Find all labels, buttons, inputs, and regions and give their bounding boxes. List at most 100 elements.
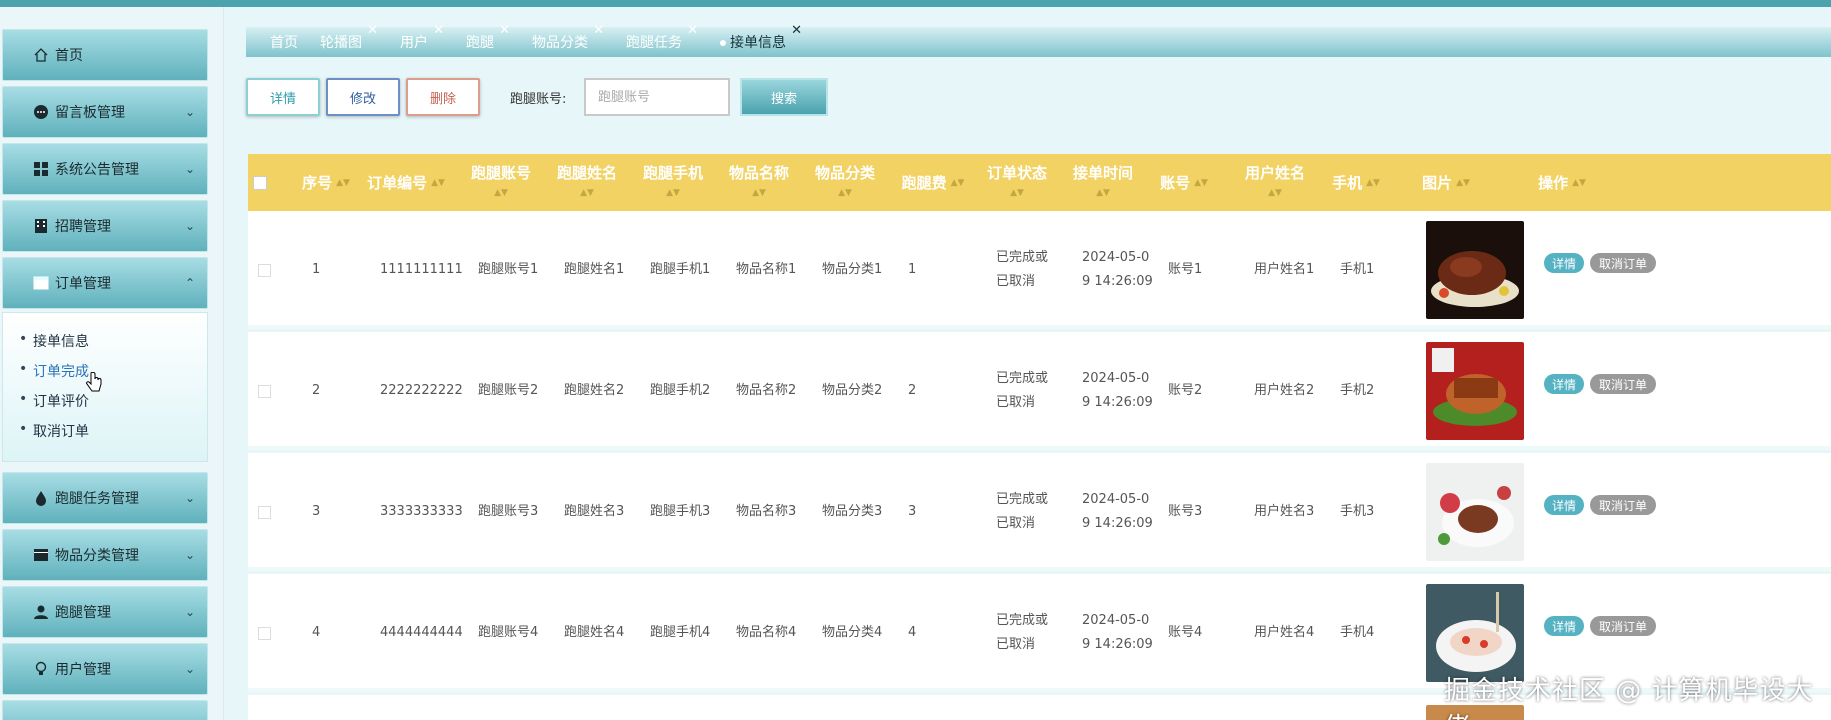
tab-carousel[interactable]: 轮播图 ✕: [320, 23, 378, 52]
cell-phone: 手机2: [1340, 383, 1375, 398]
cell-time-line1: 2024-05-0: [1082, 371, 1150, 386]
detail-button[interactable]: 详情: [246, 78, 320, 116]
chevron-down-icon: ⌄: [184, 605, 195, 619]
home-icon: [33, 47, 49, 63]
col-header-account[interactable]: 账号 ▲▼: [1156, 154, 1212, 211]
select-all-checkbox[interactable]: [253, 176, 267, 190]
cell-status-line1: 已完成或: [996, 250, 1049, 265]
tab-users[interactable]: 用户 ✕: [400, 23, 444, 52]
col-header-item-name[interactable]: 物品名称 ▲▼: [726, 154, 792, 211]
row-checkbox[interactable]: [258, 627, 271, 640]
submenu-item-order-info[interactable]: 接单信息: [19, 331, 89, 351]
orders-submenu: 接单信息 订单完成 订单评价 取消订单: [2, 312, 208, 462]
delete-button[interactable]: 删除: [406, 78, 480, 116]
table-row[interactable]: 2 2222222222 跑腿账号2 跑腿姓名2 跑腿手机2 物品名称2 物品分…: [248, 332, 1831, 450]
cell-status-line2: 已取消: [996, 274, 1036, 289]
cell-item-name: 物品名称1: [736, 262, 797, 277]
sort-icon: ▲▼: [1366, 177, 1380, 188]
row-checkbox[interactable]: [258, 506, 271, 519]
col-header-actions[interactable]: 操作 ▲▼: [1534, 154, 1590, 211]
row-checkbox[interactable]: [258, 264, 271, 277]
sidebar-item-runners[interactable]: 跑腿管理 ⌄: [2, 586, 208, 638]
close-icon[interactable]: ✕: [791, 23, 802, 38]
sidebar-item-home[interactable]: 首页: [2, 29, 208, 81]
row-cancel-order-button[interactable]: 取消订单: [1590, 495, 1656, 515]
row-cancel-order-button[interactable]: 取消订单: [1590, 253, 1656, 273]
bulb-icon: [33, 661, 49, 677]
sort-icon: ▲▼: [1572, 177, 1586, 188]
food-thumbnail[interactable]: [1426, 463, 1524, 561]
cell-index: 2: [312, 383, 321, 398]
card-icon: [33, 547, 49, 563]
active-dot: [720, 40, 726, 46]
submenu-item-cancel-order[interactable]: 取消订单: [19, 421, 89, 441]
cell-fee: 1: [908, 262, 917, 277]
col-header-runner-account[interactable]: 跑腿账号 ▲▼: [468, 154, 534, 211]
cell-user-name: 用户姓名4: [1254, 625, 1315, 640]
sidebar-item-errand-tasks[interactable]: 跑腿任务管理 ⌄: [2, 472, 208, 524]
cell-status-line1: 已完成或: [996, 371, 1049, 386]
submenu-item-order-review[interactable]: 订单评价: [19, 391, 89, 411]
tab-order-info[interactable]: 接单信息 ✕: [720, 23, 802, 52]
col-header-fee[interactable]: 跑腿费 ▲▼: [898, 154, 968, 211]
cell-user-name: 用户姓名1: [1254, 262, 1315, 277]
sort-icon: ▲▼: [950, 177, 965, 188]
col-header-phone[interactable]: 手机 ▲▼: [1328, 154, 1384, 211]
food-thumbnail[interactable]: [1426, 342, 1524, 440]
row-detail-button[interactable]: 详情: [1544, 374, 1584, 394]
sidebar-item-partial[interactable]: [2, 700, 208, 720]
close-icon[interactable]: ✕: [499, 23, 510, 38]
submenu-item-order-complete[interactable]: 订单完成: [19, 361, 89, 381]
search-button[interactable]: 搜索: [740, 78, 828, 116]
food-thumbnail[interactable]: [1426, 221, 1524, 319]
tab-item-categories[interactable]: 物品分类 ✕: [532, 23, 604, 52]
close-icon[interactable]: ✕: [367, 23, 378, 38]
col-header-runner-name[interactable]: 跑腿姓名 ▲▼: [554, 154, 620, 211]
cell-time-line1: 2024-05-0: [1082, 492, 1150, 507]
row-cancel-order-button[interactable]: 取消订单: [1590, 616, 1656, 636]
cell-index: 4: [312, 625, 321, 640]
sort-icon: ▲▼: [494, 187, 508, 198]
col-header-item-category[interactable]: 物品分类 ▲▼: [812, 154, 878, 211]
col-header-image[interactable]: 图片 ▲▼: [1418, 154, 1474, 211]
food-thumbnail[interactable]: [1426, 584, 1524, 682]
cell-status-line2: 已取消: [996, 516, 1036, 531]
user-icon: [33, 604, 49, 620]
col-header-order-no[interactable]: 订单编号 ▲▼: [364, 154, 448, 211]
cell-runner-phone: 跑腿手机4: [650, 625, 711, 640]
close-icon[interactable]: ✕: [687, 23, 698, 38]
sidebar-item-recruitment[interactable]: 招聘管理 ⌄: [2, 200, 208, 252]
col-header-index[interactable]: 序号 ▲▼: [298, 154, 354, 211]
sort-icon: ▲▼: [1010, 187, 1024, 198]
sidebar-item-users[interactable]: 用户管理 ⌄: [2, 643, 208, 695]
cell-item-category: 物品分类2: [822, 383, 883, 398]
runner-account-search-input[interactable]: [584, 78, 730, 116]
row-detail-button[interactable]: 详情: [1544, 616, 1584, 636]
close-icon[interactable]: ✕: [593, 23, 604, 38]
row-cancel-order-button[interactable]: 取消订单: [1590, 374, 1656, 394]
col-header-runner-phone[interactable]: 跑腿手机 ▲▼: [640, 154, 706, 211]
sidebar-item-label: 用户管理: [55, 662, 111, 678]
sidebar-item-orders[interactable]: 订单管理 ⌃: [2, 257, 208, 309]
tab-errand-tasks[interactable]: 跑腿任务 ✕: [626, 23, 698, 52]
cell-order-no: 1111111111: [380, 262, 463, 277]
col-header-accept-time[interactable]: 接单时间 ▲▼: [1070, 154, 1136, 211]
col-header-user-name[interactable]: 用户姓名 ▲▼: [1242, 154, 1308, 211]
table-row[interactable]: 1 1111111111 跑腿账号1 跑腿姓名1 跑腿手机1 物品名称1 物品分…: [248, 211, 1831, 329]
tab-runners[interactable]: 跑腿 ✕: [466, 23, 510, 52]
sidebar-item-announcements[interactable]: 系统公告管理 ⌄: [2, 143, 208, 195]
row-detail-button[interactable]: 详情: [1544, 253, 1584, 273]
row-checkbox[interactable]: [258, 385, 271, 398]
sidebar-item-item-categories[interactable]: 物品分类管理 ⌄: [2, 529, 208, 581]
col-header-status[interactable]: 订单状态 ▲▼: [984, 154, 1050, 211]
close-icon[interactable]: ✕: [433, 23, 444, 38]
cell-order-no: 2222222222: [380, 383, 463, 398]
cell-runner-name: 跑腿姓名3: [564, 504, 625, 519]
cell-fee: 3: [908, 504, 917, 519]
tab-home[interactable]: 首页: [270, 32, 298, 52]
sidebar-item-messages[interactable]: 留言板管理 ⌄: [2, 86, 208, 138]
table-row[interactable]: 3 3333333333 跑腿账号3 跑腿姓名3 跑腿手机3 物品名称3 物品分…: [248, 453, 1831, 571]
edit-button[interactable]: 修改: [326, 78, 400, 116]
cell-order-no: 3333333333: [380, 504, 463, 519]
row-detail-button[interactable]: 详情: [1544, 495, 1584, 515]
